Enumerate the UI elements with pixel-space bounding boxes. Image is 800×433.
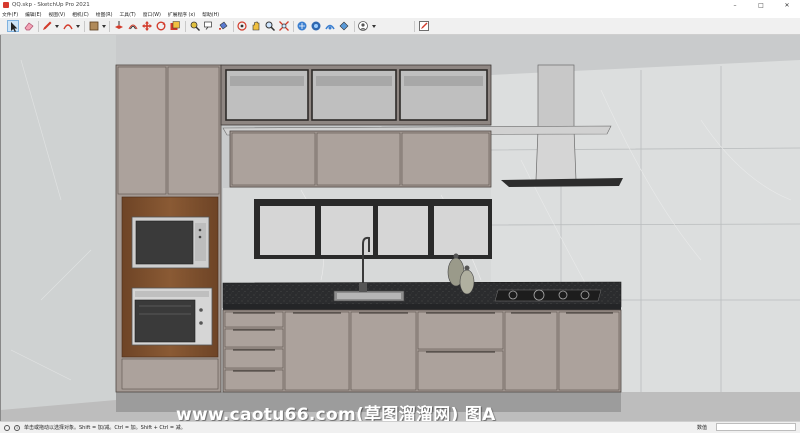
arrow-cursor-icon[interactable]: [7, 20, 19, 32]
layout-icon[interactable]: [324, 20, 336, 32]
measurements-input[interactable]: [716, 423, 796, 431]
warehouse-icon[interactable]: [296, 20, 308, 32]
info-icon[interactable]: i: [14, 424, 20, 431]
offset-icon[interactable]: [127, 20, 139, 32]
text-icon[interactable]: [203, 20, 215, 32]
rectangle-icon[interactable]: [88, 20, 100, 32]
sketchup-app-icon: [3, 2, 9, 8]
pencil-icon[interactable]: [41, 20, 53, 32]
account-icon[interactable]: [357, 20, 369, 32]
menu-window[interactable]: 窗口(W): [143, 11, 161, 18]
title-bar: QQ.skp - SketchUp Pro 2021 – □ ✕: [0, 0, 800, 10]
pan-hand-icon[interactable]: [250, 20, 262, 32]
menu-tools[interactable]: 工具(T): [119, 11, 135, 18]
window-title: QQ.skp - SketchUp Pro 2021: [12, 2, 90, 8]
move-icon[interactable]: [141, 20, 153, 32]
geolocation-icon[interactable]: [4, 424, 10, 431]
extension-manager-icon[interactable]: [338, 20, 350, 32]
eraser-icon[interactable]: [23, 20, 35, 32]
arc-dropdown-icon[interactable]: [76, 25, 80, 28]
minimize-button[interactable]: –: [722, 0, 748, 10]
toolbar: [0, 18, 800, 35]
menu-view[interactable]: 视图(V): [48, 11, 65, 18]
kitchen-model-scene[interactable]: [1, 35, 800, 421]
paint-bucket-icon[interactable]: [217, 20, 229, 32]
rotate-icon[interactable]: [155, 20, 167, 32]
status-bar: i 单击或拖动以选择对象。Shift = 加/减。Ctrl = 加。Shift …: [0, 421, 800, 433]
menu-help[interactable]: 帮助(H): [202, 11, 219, 18]
extension-warehouse-icon[interactable]: [310, 20, 322, 32]
window-controls: – □ ✕: [722, 0, 800, 10]
account-dropdown-icon[interactable]: [372, 25, 376, 28]
measurements-label: 数值: [697, 425, 708, 431]
push-pull-icon[interactable]: [113, 20, 125, 32]
zoom-icon[interactable]: [264, 20, 276, 32]
menu-draw[interactable]: 绘图(R): [96, 11, 113, 18]
maximize-button[interactable]: □: [748, 0, 774, 10]
close-button[interactable]: ✕: [774, 0, 800, 10]
menu-edit[interactable]: 编辑(E): [25, 11, 41, 18]
status-hint: 单击或拖动以选择对象。Shift = 加/减。Ctrl = 加。Shift + …: [24, 425, 186, 431]
arc-icon[interactable]: [62, 20, 74, 32]
menu-file[interactable]: 文件(F): [2, 11, 18, 18]
scale-icon[interactable]: [169, 20, 181, 32]
zoom-extents-icon[interactable]: [278, 20, 290, 32]
model-viewport[interactable]: [0, 35, 800, 421]
style-edit-icon[interactable]: [418, 20, 430, 32]
menu-camera[interactable]: 相机(C): [72, 11, 89, 18]
menu-bar: 文件(F) 编辑(E) 视图(V) 相机(C) 绘图(R) 工具(T) 窗口(W…: [0, 10, 800, 18]
tape-measure-icon[interactable]: [189, 20, 201, 32]
line-dropdown-icon[interactable]: [55, 25, 59, 28]
orbit-icon[interactable]: [236, 20, 248, 32]
menu-extensions[interactable]: 扩展程序 (x): [168, 11, 195, 18]
shape-dropdown-icon[interactable]: [102, 25, 106, 28]
